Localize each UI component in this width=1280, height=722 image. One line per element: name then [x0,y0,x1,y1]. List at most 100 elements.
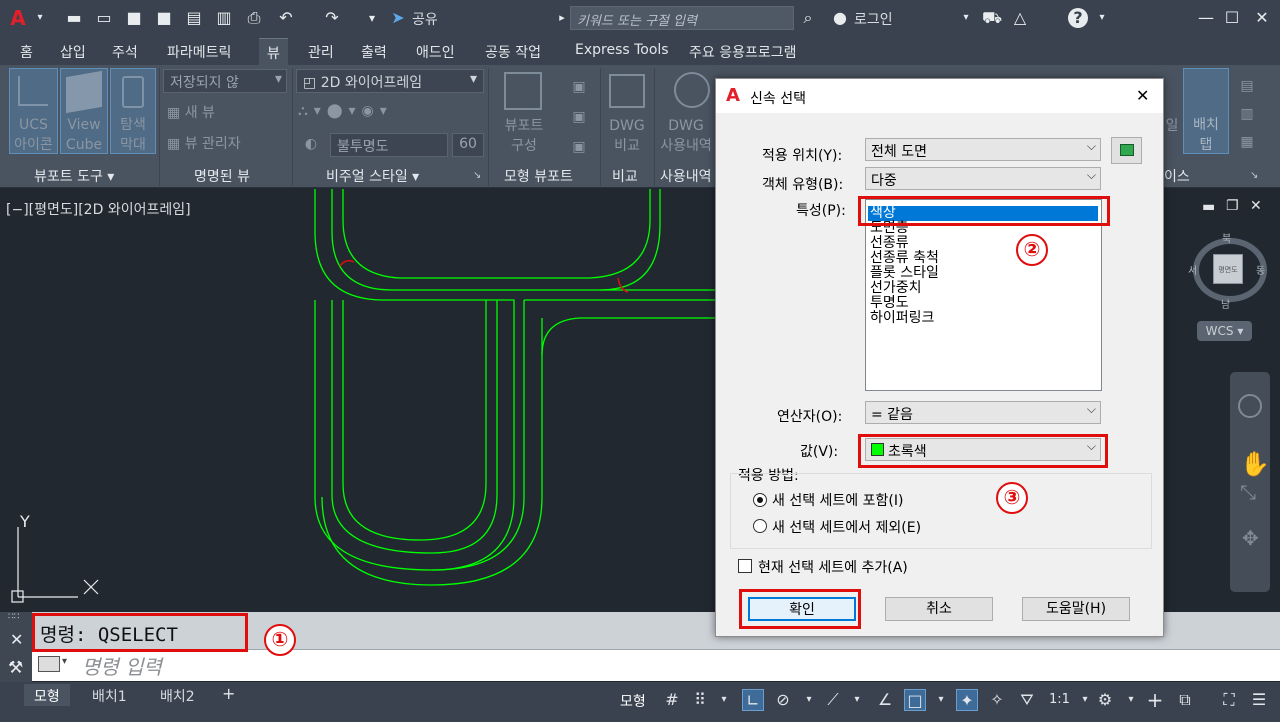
login-chevron-icon[interactable]: ▾ [956,8,976,28]
new-file-icon[interactable]: ▬ [64,8,84,28]
object-snap-icon[interactable]: □ [904,689,926,711]
include-radio-label[interactable]: 새 선택 세트에 포함(I) [772,490,903,510]
tab-featured-apps[interactable]: 주요 응용프로그램 [689,42,797,62]
zoom-extents-icon[interactable]: ⤡ [1240,480,1256,504]
tab-collaborate[interactable]: 공동 작업 [485,42,541,62]
quick-access-chevron-icon[interactable]: ▾ [362,8,382,28]
chevron-down-icon[interactable]: ▾ [798,689,820,711]
steering-wheel-icon[interactable] [1238,394,1262,418]
tab-view[interactable]: 뷰 [259,38,288,65]
compass-south[interactable]: 남 [1221,296,1230,311]
command-line[interactable] [0,649,1280,681]
isodraft-icon[interactable]: ⟋ [822,689,844,711]
grip-icon[interactable]: ∷∷ [8,612,19,622]
auto-scale-icon[interactable]: ✧ [986,689,1008,711]
list-item[interactable]: 투명도 [870,296,909,311]
annotation-monitor-icon[interactable]: + [1144,689,1166,711]
ortho-icon[interactable]: ∟ [742,689,764,711]
app-menu-chevron-icon[interactable]: ▾ [30,8,50,28]
chevron-down-icon[interactable]: ▾ [1120,689,1142,711]
viewcube-face[interactable]: 평면도 [1213,254,1243,284]
compass-west[interactable]: 서 [1188,262,1197,277]
viewport-small-icons[interactable]: ▣ ▣ ▣ [566,72,592,162]
append-checkbox-label[interactable]: 현재 선택 세트에 추가(A) [758,557,908,577]
redo-icon[interactable]: ↷ [322,8,342,28]
panel-title-viewport-tools[interactable]: 뷰포트 도구 ▾ [34,166,114,186]
search-input[interactable]: 키워드 또는 구절 입력 [570,6,794,30]
tab-output[interactable]: 출력 [361,42,387,62]
share-icon[interactable]: ➤ [388,8,408,28]
viewport-minimize-icon[interactable]: ▬ [1202,199,1215,215]
include-radio[interactable] [753,493,767,507]
view-manager-button[interactable]: ▦ 뷰 관리자 [167,134,267,154]
chevron-down-icon[interactable]: ▾ [1074,689,1096,711]
autocad-logo-icon[interactable]: A [8,8,28,28]
panel-title-visual-styles[interactable]: 비주얼 스타일 ▾ [326,166,419,186]
save-as-icon[interactable]: ■ [154,8,174,28]
append-checkbox[interactable] [738,559,752,573]
save-web-icon[interactable]: ▥ [214,8,234,28]
help-chevron-icon[interactable]: ▾ [1092,8,1112,28]
chevron-down-icon[interactable]: ▾ [713,689,735,711]
visual-style-combo[interactable]: ◰ 2D 와이어프레임 ▾ [296,69,484,93]
scale-value[interactable]: 1:1 [1049,692,1070,707]
apply-to-select[interactable]: 전체 도면 ⌵ [865,138,1101,161]
tab-annotate[interactable]: 주석 [112,42,138,62]
tab-addins[interactable]: 애드인 [416,42,455,62]
command-close-icon[interactable]: ✕ [10,630,23,649]
visual-style-tools[interactable]: ⛬▾⬤▾◉▾ [298,101,458,121]
units-icon[interactable]: ⧉ [1174,689,1196,711]
named-view-combo[interactable]: 저장되지 않 ▾ [163,69,287,93]
exclude-radio-label[interactable]: 새 선택 세트에서 제외(E) [772,517,921,537]
open-web-icon[interactable]: ▤ [184,8,204,28]
annotation-visibility-icon[interactable]: ✦ [956,689,978,711]
help-button[interactable]: 도움말(H) [1022,597,1130,621]
compass-east[interactable]: 동 [1256,262,1265,277]
properties-list[interactable]: 색상 도면층 선종류 선종류 축척 플롯 스타일 선가중치 투명도 하이퍼링크 [865,199,1102,391]
close-icon[interactable]: ✕ [1252,8,1272,28]
command-prompt-icon[interactable] [38,656,60,672]
workspace-gear-icon[interactable]: ⚙ [1094,689,1116,711]
viewport-label[interactable]: [−][평면도][2D 와이어프레임] [6,199,191,219]
layout-tab-layout2[interactable]: 배치2 [150,684,205,706]
user-icon[interactable]: ● [830,8,850,28]
wcs-menu[interactable]: WCS ▾ [1197,321,1252,341]
customize-wrench-icon[interactable]: ⚒ [8,658,23,678]
list-item[interactable]: 선가중치 [870,281,922,296]
chevron-down-icon[interactable]: ▾ [846,689,868,711]
tab-manage[interactable]: 관리 [308,42,334,62]
clean-screen-icon[interactable]: ⛶ [1218,689,1240,711]
compass-north[interactable]: 북 [1222,230,1231,245]
viewport-restore-icon[interactable]: ❐ [1226,198,1239,214]
customization-menu-icon[interactable]: ☰ [1248,689,1270,711]
orbit-icon[interactable]: ✥ [1242,526,1259,550]
help-icon[interactable]: ? [1068,8,1088,28]
open-folder-icon[interactable]: ▭ [94,8,114,28]
pan-hand-icon[interactable]: ✋ [1240,450,1270,478]
select-objects-button[interactable] [1111,137,1142,164]
new-view-button[interactable]: ▦ 새 뷰 [167,103,237,123]
dwg-history-button[interactable]: DWG 사용내역 [658,116,714,156]
exclude-radio[interactable] [753,519,767,533]
annotation-scale-icon[interactable]: ⛛ [1016,689,1038,711]
autodesk-app-icon[interactable]: △ [1010,8,1030,28]
tab-home[interactable]: 홈 [20,42,33,62]
cart-icon[interactable]: ⛟ [982,8,1002,28]
tab-parametric[interactable]: 파라메트릭 [167,42,231,62]
maximize-icon[interactable]: ☐ [1222,8,1242,28]
minimize-icon[interactable]: — [1196,8,1216,28]
chevron-down-icon[interactable]: ▾ [62,656,67,667]
layout-tab-model[interactable]: 모형 [24,684,70,706]
operator-select[interactable]: = 같음 ⌵ [865,401,1101,424]
model-space-button[interactable]: 모형 [620,691,646,711]
panel-launcher-icon[interactable]: ↘ [473,170,481,181]
object-snap-tracking-icon[interactable]: ∠ [874,689,896,711]
login-label[interactable]: 로그인 [854,9,893,29]
window-arrange-icons[interactable]: ▤ ▥ ▦ [1236,72,1258,156]
add-layout-icon[interactable]: + [222,684,235,703]
list-item[interactable]: 선종류 축척 [870,251,939,266]
tab-insert[interactable]: 삽입 [60,42,86,62]
polar-tracking-icon[interactable]: ⊘ [772,689,794,711]
command-input[interactable]: 명령 입력 [82,651,162,680]
search-icon[interactable]: ⌕ [798,8,818,28]
